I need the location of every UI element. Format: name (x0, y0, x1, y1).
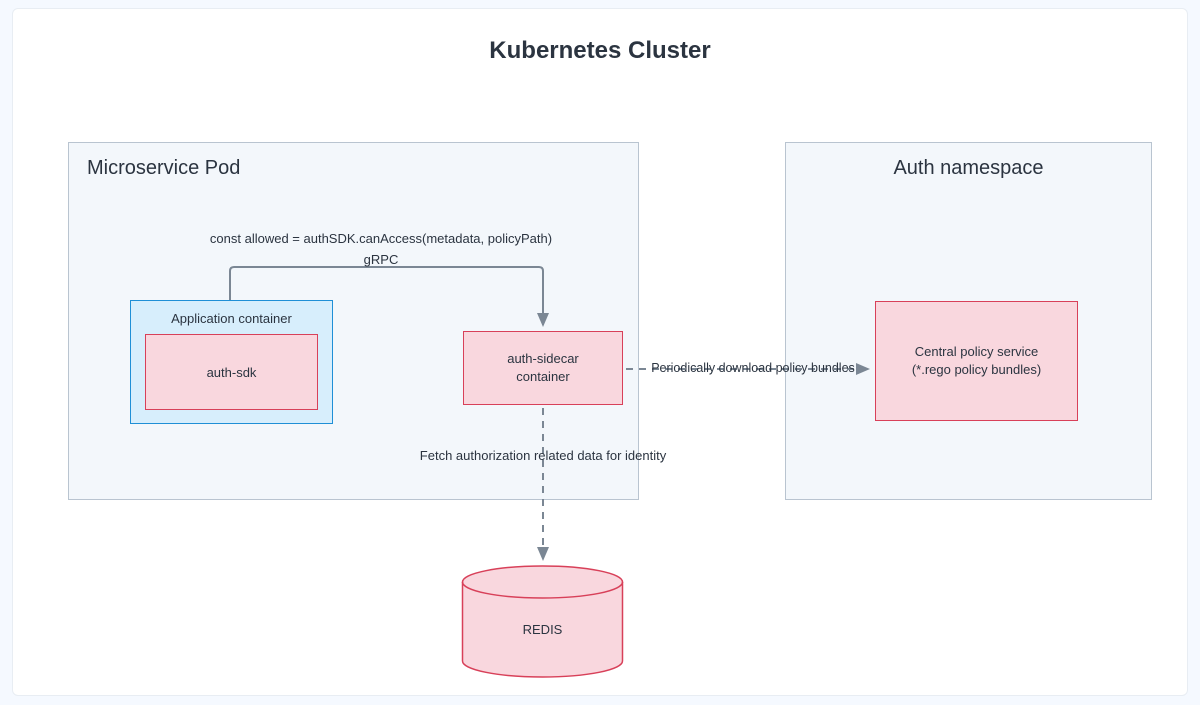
diagram-canvas: Kubernetes Cluster Microservice Pod Auth… (12, 8, 1188, 696)
auth-sidecar-label: auth-sidecar container (507, 350, 579, 385)
auth-sdk-label: auth-sdk (207, 365, 257, 380)
application-container-label: Application container (131, 301, 332, 326)
diagram-title: Kubernetes Cluster (13, 37, 1187, 65)
auth-namespace-title: Auth namespace (786, 143, 1151, 180)
redis-label: REDIS (460, 622, 625, 637)
central-policy-service-label: Central policy service (*.rego policy bu… (912, 343, 1041, 379)
redis-cylinder: REDIS (460, 564, 625, 679)
auth-sidecar-box: auth-sidecar container (463, 331, 623, 405)
auth-sdk-box: auth-sdk (145, 334, 318, 410)
microservice-pod-title: Microservice Pod (69, 143, 638, 180)
central-policy-service-box: Central policy service (*.rego policy bu… (875, 301, 1078, 421)
